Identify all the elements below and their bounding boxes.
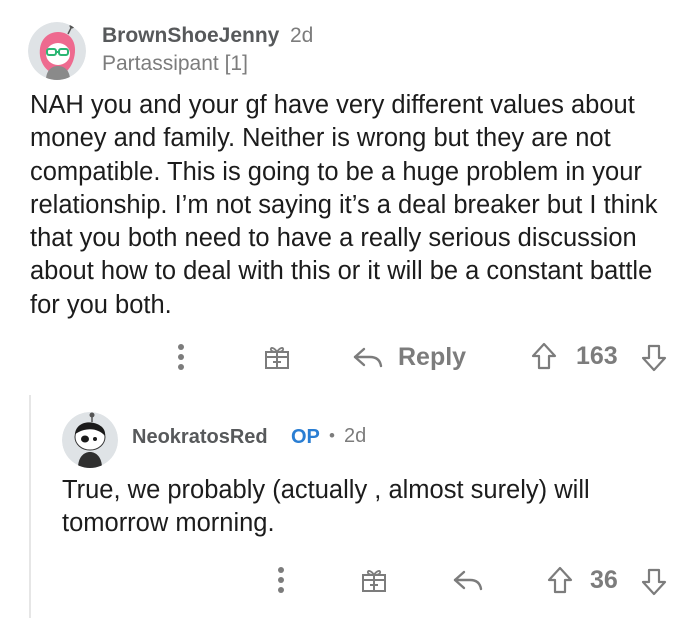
reply-age: 2d: [344, 425, 367, 447]
upvote-icon: [531, 342, 557, 370]
parent-reply-button[interactable]: Reply: [352, 338, 470, 376]
reply-arrow-icon: [453, 570, 483, 591]
reply-avatar[interactable]: [62, 412, 118, 468]
parent-body: NAH you and your gf have very different …: [30, 91, 658, 319]
award-icon: [265, 347, 289, 369]
parent-flair: Partassipant [1]: [102, 52, 248, 75]
parent-age: 2d: [290, 24, 314, 47]
parent-downvote-button[interactable]: [638, 341, 670, 375]
reply-label: Reply: [398, 342, 467, 371]
reply-arrow-icon: [353, 347, 383, 368]
award-icon: [362, 570, 386, 592]
parent-username[interactable]: BrownShoeJenny: [102, 24, 279, 48]
more-options-icon: [278, 567, 284, 593]
thread-line[interactable]: [29, 395, 31, 618]
reply-reply-button[interactable]: [450, 565, 486, 595]
reply-score: 36: [590, 566, 618, 594]
parent-avatar[interactable]: [28, 22, 86, 80]
reply-body: True, we probably (actually , almost sur…: [62, 476, 590, 538]
parent-score: 163: [576, 342, 618, 370]
parent-award-button[interactable]: [260, 340, 294, 374]
upvote-icon: [547, 566, 573, 594]
reply-upvote-button[interactable]: [544, 563, 576, 597]
more-options-icon: [178, 344, 184, 370]
parent-more-options[interactable]: [170, 340, 192, 374]
downvote-icon: [641, 568, 667, 596]
reply-award-button[interactable]: [357, 563, 391, 597]
reply-username[interactable]: NeokratosRed: [132, 426, 268, 449]
reply-downvote-button[interactable]: [638, 565, 670, 599]
parent-upvote-button[interactable]: [528, 339, 560, 373]
downvote-icon: [641, 344, 667, 372]
op-badge: OP: [291, 426, 320, 448]
meta-separator: •: [329, 426, 335, 445]
reply-more-options[interactable]: [270, 563, 292, 597]
